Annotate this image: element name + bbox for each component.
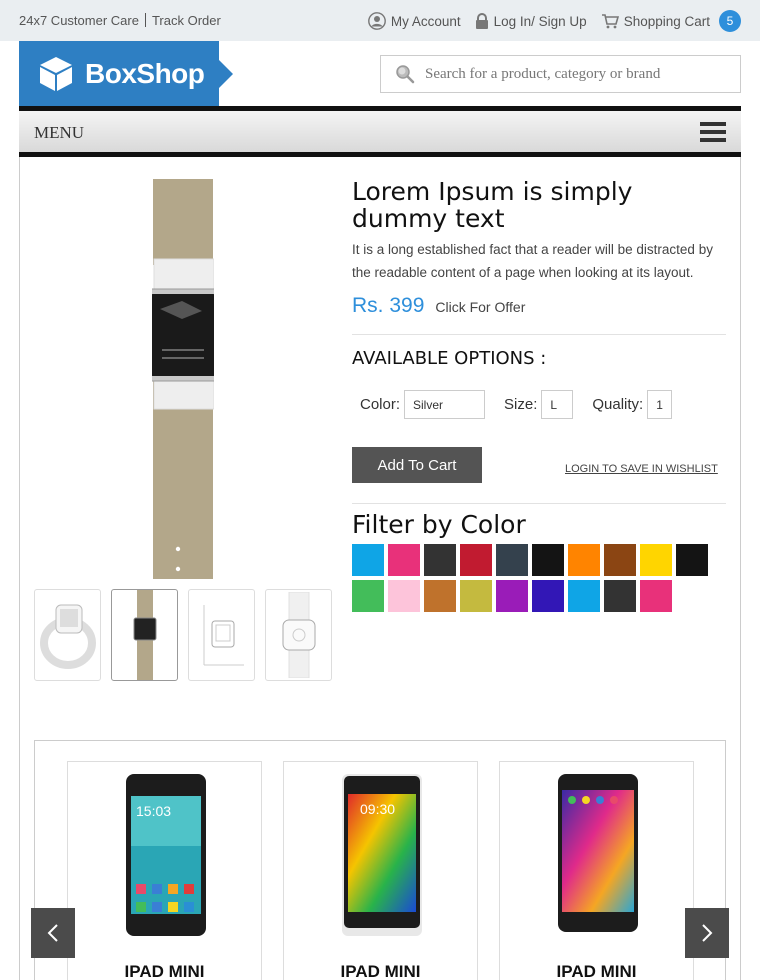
color-swatch[interactable] — [496, 544, 528, 576]
search-input[interactable] — [425, 65, 725, 83]
carousel-prev-button[interactable] — [31, 908, 75, 958]
site-logo[interactable]: BoxShop — [19, 41, 233, 107]
svg-text:09:30: 09:30 — [360, 801, 395, 817]
product-description: It is a long established fact that a rea… — [352, 242, 713, 280]
color-swatch[interactable] — [604, 544, 636, 576]
product-name: IPAD MINI — [340, 962, 421, 980]
track-order-link[interactable]: Track Order — [152, 13, 221, 28]
customer-care-link[interactable]: 24x7 Customer Care — [19, 13, 139, 28]
color-swatch[interactable] — [676, 544, 708, 576]
product-price: Rs. 399 — [352, 294, 425, 317]
phone-image: 09:30 — [342, 774, 422, 936]
thumbnail-watch-side-image — [282, 592, 315, 678]
top-bar: 24x7 Customer Care Track Order My Account… — [0, 0, 760, 41]
color-swatch[interactable] — [568, 544, 600, 576]
chevron-right-icon — [702, 924, 713, 942]
hamburger-icon[interactable] — [700, 122, 726, 142]
cart-count-badge: 5 — [719, 10, 741, 32]
color-label: Color: — [360, 396, 401, 413]
product-title: Lorem Ipsum is simply dummy text — [352, 177, 633, 233]
color-swatch[interactable] — [352, 580, 384, 612]
color-swatch[interactable] — [388, 580, 420, 612]
shopping-cart-label: Shopping Cart — [623, 13, 710, 29]
product-card[interactable]: 15:03 IPAD MINI — [67, 761, 262, 980]
product-main-image — [152, 179, 214, 579]
color-swatch[interactable] — [640, 580, 672, 612]
add-to-cart-button[interactable]: Add To Cart — [352, 447, 482, 483]
color-swatch[interactable] — [460, 544, 492, 576]
color-swatch[interactable] — [496, 580, 528, 612]
user-icon — [367, 12, 386, 30]
account-links: My Account Log In/ Sign Up Shopping Cart… — [367, 10, 741, 32]
wishlist-link[interactable]: LOGIN TO SAVE IN WISHLIST — [565, 463, 718, 475]
logo-text: BoxShop — [85, 58, 205, 89]
divider — [352, 503, 726, 504]
quantity-field[interactable] — [647, 390, 673, 419]
carousel-next-button[interactable] — [685, 908, 729, 958]
product-card[interactable]: 09:30 IPAD MINI — [283, 761, 478, 980]
options-heading: AVAILABLE OPTIONS : — [352, 348, 547, 369]
my-account-label: My Account — [390, 13, 461, 29]
login-signup-link[interactable]: Log In/ Sign Up — [475, 12, 587, 30]
color-swatch[interactable] — [604, 580, 636, 612]
svg-text:15:03: 15:03 — [136, 803, 171, 819]
product-name: IPAD MINI — [124, 962, 205, 980]
size-label: Size: — [504, 396, 538, 413]
size-field[interactable] — [541, 390, 574, 419]
thumbnail-3[interactable] — [188, 589, 255, 681]
color-swatch[interactable] — [532, 580, 564, 612]
color-swatch[interactable] — [388, 544, 420, 576]
filter-heading: Filter by Color — [352, 510, 526, 539]
color-swatch[interactable] — [460, 580, 492, 612]
menu-label: MENU — [34, 123, 85, 142]
login-signup-label: Log In/ Sign Up — [493, 13, 587, 29]
menu-bar[interactable]: MENU — [19, 106, 741, 157]
thumbnail-2[interactable] — [111, 589, 178, 681]
divider — [352, 334, 726, 335]
quantity-label: Quality: — [592, 396, 644, 413]
chevron-left-icon — [47, 924, 58, 942]
shopping-cart-link[interactable]: Shopping Cart 5 — [601, 10, 741, 32]
color-field[interactable] — [404, 390, 486, 419]
thumbnail-1[interactable] — [34, 589, 101, 681]
options-row: Color: Size: Quality: — [360, 390, 673, 419]
thumbnail-watch-white-image — [39, 604, 96, 669]
divider — [144, 13, 146, 27]
color-swatch[interactable] — [640, 544, 672, 576]
lock-icon — [475, 12, 488, 29]
color-swatch[interactable] — [424, 580, 456, 612]
phone-image — [558, 774, 638, 932]
product-card[interactable]: IPAD MINI — [499, 761, 694, 980]
search-icon — [396, 65, 415, 84]
top-links: 24x7 Customer Care Track Order — [19, 13, 221, 28]
offer-link[interactable]: Click For Offer — [435, 299, 525, 315]
my-account-link[interactable]: My Account — [367, 12, 461, 30]
price-row: Rs. 399 Click For Offer — [352, 294, 525, 318]
color-swatch[interactable] — [352, 544, 384, 576]
thumbnail-strip — [34, 589, 342, 681]
search-box[interactable] — [380, 55, 741, 93]
color-swatch[interactable] — [568, 580, 600, 612]
phone-image: 15:03 — [126, 774, 206, 936]
color-swatch-grid — [352, 544, 722, 616]
thumbnail-4[interactable] — [265, 589, 332, 681]
box-logo-icon — [40, 57, 72, 91]
color-swatch[interactable] — [424, 544, 456, 576]
thumbnail-watch-diagram-image — [203, 605, 244, 666]
product-name: IPAD MINI — [556, 962, 637, 980]
thumbnail-watch-brown-image — [133, 590, 156, 680]
cart-icon — [601, 14, 619, 29]
color-swatch[interactable] — [532, 544, 564, 576]
